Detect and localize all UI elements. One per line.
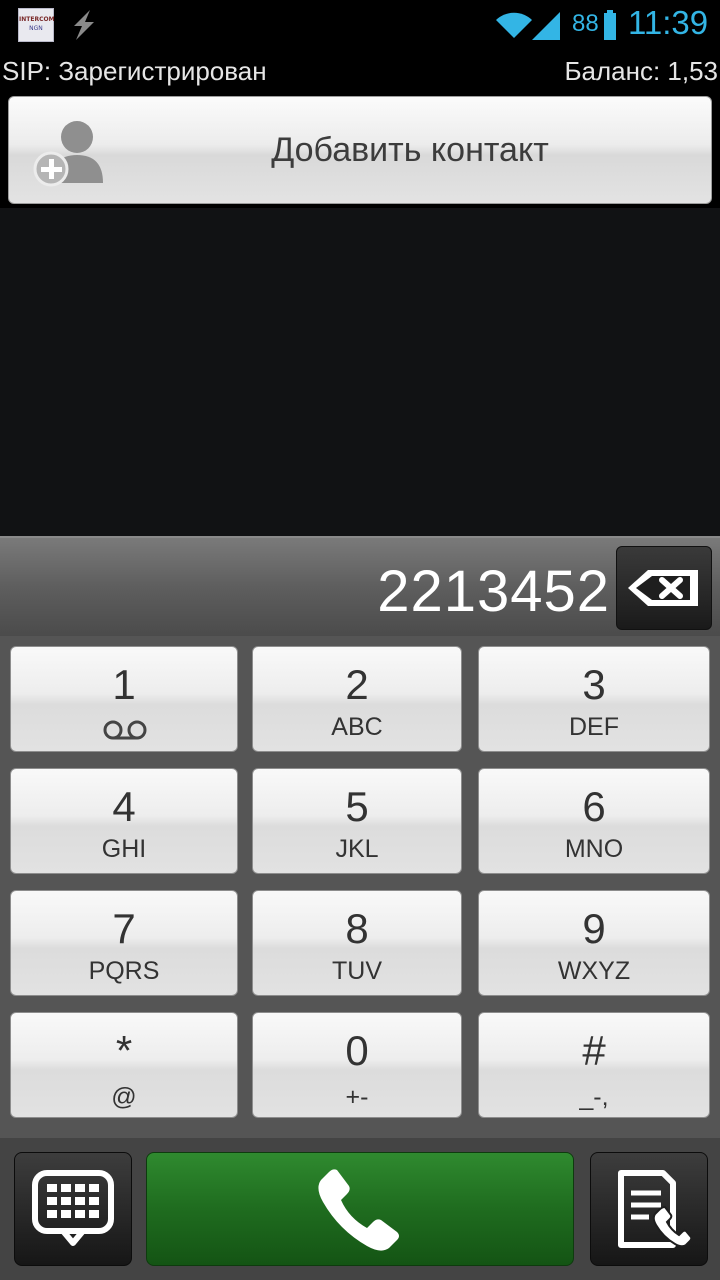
key-letters: GHI bbox=[101, 835, 147, 863]
key-letters: PQRS bbox=[88, 957, 160, 985]
key-7[interactable]: 7 PQRS bbox=[10, 890, 238, 996]
key-hash[interactable]: # _-, bbox=[478, 1012, 710, 1118]
signal-icon bbox=[532, 12, 560, 40]
key-5[interactable]: 5 JKL bbox=[252, 768, 462, 874]
key-digit: * bbox=[115, 1027, 133, 1074]
key-letters: +- bbox=[345, 1083, 369, 1111]
key-4[interactable]: 4 GHI bbox=[10, 768, 238, 874]
key-digit: 2 bbox=[345, 661, 369, 708]
call-log-button[interactable] bbox=[590, 1152, 708, 1266]
backspace-icon bbox=[628, 570, 698, 606]
key-8[interactable]: 8 TUV bbox=[252, 890, 462, 996]
key-digit: # bbox=[582, 1027, 606, 1074]
key-letters: @ bbox=[111, 1083, 137, 1111]
call-button[interactable] bbox=[146, 1152, 574, 1266]
key-digit: 4 bbox=[112, 783, 136, 830]
voicemail-icon bbox=[103, 720, 147, 740]
add-contact-icon bbox=[33, 121, 103, 187]
phone-call-icon bbox=[318, 1169, 399, 1251]
key-digit: 7 bbox=[112, 905, 136, 952]
key-star[interactable]: * @ bbox=[10, 1012, 238, 1118]
intercom-app-icon: INTERCOM NGN bbox=[18, 8, 55, 42]
key-letters: MNO bbox=[564, 835, 624, 863]
dialpad-toggle-button[interactable] bbox=[14, 1152, 132, 1266]
key-letters: JKL bbox=[335, 835, 379, 863]
add-contact-button[interactable]: Добавить контакт bbox=[8, 96, 712, 204]
key-2[interactable]: 2 ABC bbox=[252, 646, 462, 752]
contact-area bbox=[0, 208, 720, 536]
key-3[interactable]: 3 DEF bbox=[478, 646, 710, 752]
key-letters: TUV bbox=[332, 957, 382, 985]
key-digit: 9 bbox=[582, 905, 606, 952]
bottom-action-bar bbox=[0, 1138, 720, 1280]
key-0[interactable]: 0 +- bbox=[252, 1012, 462, 1118]
lightning-icon bbox=[74, 10, 94, 40]
battery-icon bbox=[604, 10, 616, 40]
app-icon-text-2: NGN bbox=[29, 25, 43, 32]
battery-level: 88 bbox=[572, 10, 599, 37]
key-digit: 8 bbox=[345, 905, 369, 952]
add-contact-label: Добавить контакт bbox=[271, 131, 549, 169]
key-letters: ABC bbox=[331, 713, 383, 741]
key-letters: DEF bbox=[569, 713, 619, 741]
balance: Баланс: 1,53 bbox=[564, 56, 718, 86]
key-letters: WXYZ bbox=[557, 957, 631, 985]
status-bar: INTERCOM NGN 88 11:39 bbox=[0, 0, 720, 50]
key-digit: 3 bbox=[582, 661, 606, 708]
key-digit: 0 bbox=[345, 1027, 369, 1074]
call-log-icon bbox=[618, 1170, 691, 1248]
app-icon-text-1: INTERCOM bbox=[19, 16, 55, 23]
dialed-number[interactable]: 2213452 bbox=[377, 558, 610, 625]
key-1[interactable]: 1 bbox=[10, 646, 238, 752]
key-6[interactable]: 6 MNO bbox=[478, 768, 710, 874]
dialpad-toggle-icon bbox=[32, 1170, 114, 1246]
key-digit: 1 bbox=[112, 661, 136, 708]
key-digit: 6 bbox=[582, 783, 606, 830]
wifi-icon bbox=[496, 12, 532, 39]
clock: 11:39 bbox=[628, 4, 709, 41]
backspace-button[interactable] bbox=[616, 546, 712, 630]
keypad: 1 2 ABC 3 DEF 4 GHI 5 JKL 6 MNO 7 PQRS 8… bbox=[0, 636, 720, 1138]
key-letters: _-, bbox=[579, 1083, 609, 1111]
sip-status: SIP: Зарегистрирован bbox=[2, 56, 267, 86]
key-9[interactable]: 9 WXYZ bbox=[478, 890, 710, 996]
key-digit: 5 bbox=[345, 783, 369, 830]
number-display: 2213452 bbox=[0, 536, 720, 636]
sip-info-bar: SIP: Зарегистрирован Баланс: 1,53 bbox=[0, 52, 720, 88]
